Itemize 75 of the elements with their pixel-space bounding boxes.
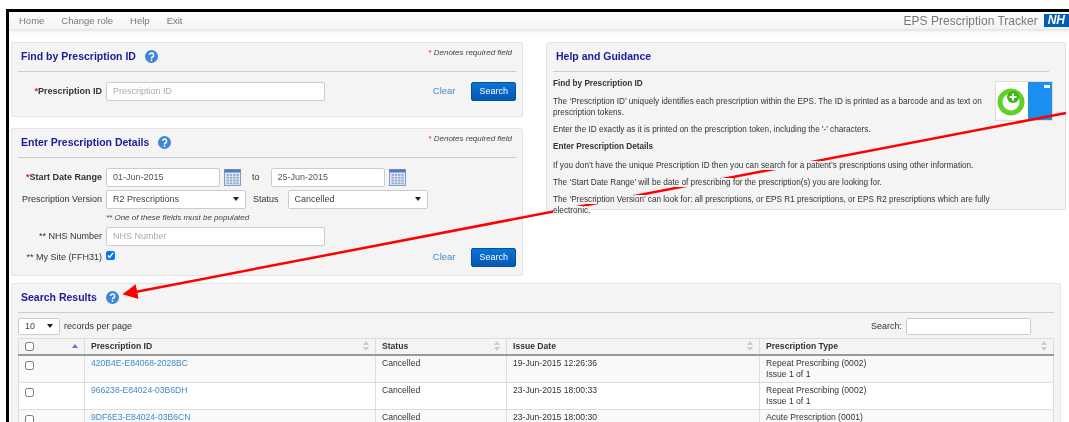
help-text: The ‘Prescription Version’ can look for: all prescriptions, or EPS R1 prescriptions, or EPS R2 prescriptions which are fully electronic.: [553, 193, 991, 216]
column-header[interactable]: Prescription ID: [91, 340, 153, 352]
column-header[interactable]: Status: [382, 340, 409, 352]
nav-link[interactable]: Help: [130, 15, 150, 26]
page-size-select[interactable]: 10: [18, 317, 60, 335]
nhs-number-field[interactable]: NHS Number: [106, 226, 325, 246]
column-header[interactable]: [18, 338, 85, 355]
required-field-note: * Denotes required field: [428, 47, 512, 59]
required-field-note: * Denotes required field: [428, 133, 512, 145]
help-heading: Enter Prescription Details: [553, 141, 655, 154]
caret-icon: [414, 197, 421, 202]
issue-date-text: 23-Jun-2015 18:00:33: [513, 384, 598, 395]
app-title: EPS Prescription Tracker: [903, 12, 1038, 30]
help-icon[interactable]: [158, 136, 172, 150]
prescription-type-text: Repeat Prescribing (0002): [766, 384, 868, 396]
status-select[interactable]: Cancelled: [287, 189, 428, 209]
help-icon[interactable]: [144, 50, 158, 64]
prescription-id-field[interactable]: Prescription ID: [106, 81, 325, 101]
prescription-type-text: Acute Prescription (0001): [766, 411, 864, 422]
clear-link[interactable]: Clear: [432, 250, 456, 265]
required-marker: *: [34, 84, 38, 98]
prescription-type-text: Issue 1 of 1: [766, 368, 812, 380]
logo: NH: [1043, 14, 1069, 27]
caret-icon: [233, 197, 239, 202]
status-text: Cancelled: [382, 411, 421, 422]
field-label: ** My Site (FFH31): [26, 250, 102, 264]
service-logo-drawing: [995, 80, 1053, 121]
column-header[interactable]: Prescription Type: [766, 340, 838, 352]
help-icon[interactable]: [105, 291, 119, 305]
field-label: Start Date Range: [29, 170, 102, 184]
nav-link[interactable]: Change role: [61, 15, 114, 26]
row-checkbox[interactable]: [25, 414, 34, 422]
calendar-icon[interactable]: [224, 168, 241, 186]
issue-date-text: 19-Jun-2015 12:26:36: [513, 357, 598, 368]
calendar-icon[interactable]: [388, 168, 406, 186]
panel-title: Search Results: [21, 290, 97, 305]
select-all-checkbox[interactable]: [25, 341, 34, 351]
prescription-type-text: Repeat Prescribing (0002): [766, 357, 868, 369]
caret-icon: [47, 324, 53, 329]
nav-link[interactable]: Home: [19, 15, 45, 26]
search-button[interactable]: Search: [471, 81, 516, 101]
hint-text: ** One of these fields must be populated: [106, 211, 251, 224]
column-header[interactable]: Issue Date: [513, 340, 556, 352]
table-search-field[interactable]: [906, 317, 1031, 335]
prescription-id-link[interactable]: 966238-E84024-03B6DH: [91, 384, 188, 395]
help-text: Enter the ID exactly as it is printed on the prescription token, including the '-' characters.: [553, 124, 872, 136]
status-text: Cancelled: [382, 357, 421, 368]
field-label: Status: [253, 192, 279, 206]
help-text: If you don’t have the unique Prescription ID then you can search for a patient’s prescriptions using other information.: [553, 159, 975, 171]
panel-title: Enter Prescription Details: [21, 135, 150, 150]
prescription-id-link[interactable]: 420B4E-E84068-2028BC: [91, 357, 188, 368]
row-checkbox[interactable]: [25, 360, 34, 370]
help-text: The ‘Start Date Range’ will be date of prescribing for the prescription(s) you are looking for.: [553, 176, 883, 188]
help-text: The ‘Prescription ID’ uniquely identifies each prescription within the EPS. The ID is printed as a barcode and as text on prescription tokens.: [553, 96, 983, 119]
status-text: Cancelled: [382, 384, 421, 395]
field-label: Prescription Version: [21, 192, 102, 206]
field-label: Prescription ID: [38, 84, 102, 98]
clear-link[interactable]: Clear: [432, 84, 456, 99]
field-label: ** NHS Number: [38, 229, 102, 243]
my-site-checkbox[interactable]: [106, 251, 115, 261]
search-button[interactable]: Search: [471, 247, 516, 267]
panel-title: Find by Prescription ID: [21, 49, 136, 64]
issue-date-text: 23-Jun-2015 18:00:30: [513, 411, 598, 422]
required-marker: *: [25, 170, 30, 184]
panel-title: Help and Guidance: [556, 49, 652, 64]
search-label: Search:: [870, 319, 902, 333]
version-select[interactable]: R2 Prescriptions: [106, 189, 246, 209]
prescription-type-text: Issue 1 of 1: [766, 395, 812, 407]
records-per-page-label: records per page: [64, 319, 133, 333]
nav-link[interactable]: Exit: [166, 15, 183, 26]
help-heading: Find by Prescription ID: [553, 77, 644, 90]
row-checkbox[interactable]: [25, 387, 34, 397]
to-label: to: [252, 170, 260, 184]
start-date-field[interactable]: 01-Jun-2015: [106, 167, 220, 187]
end-date-field[interactable]: 25-Jun-2015: [270, 167, 385, 187]
